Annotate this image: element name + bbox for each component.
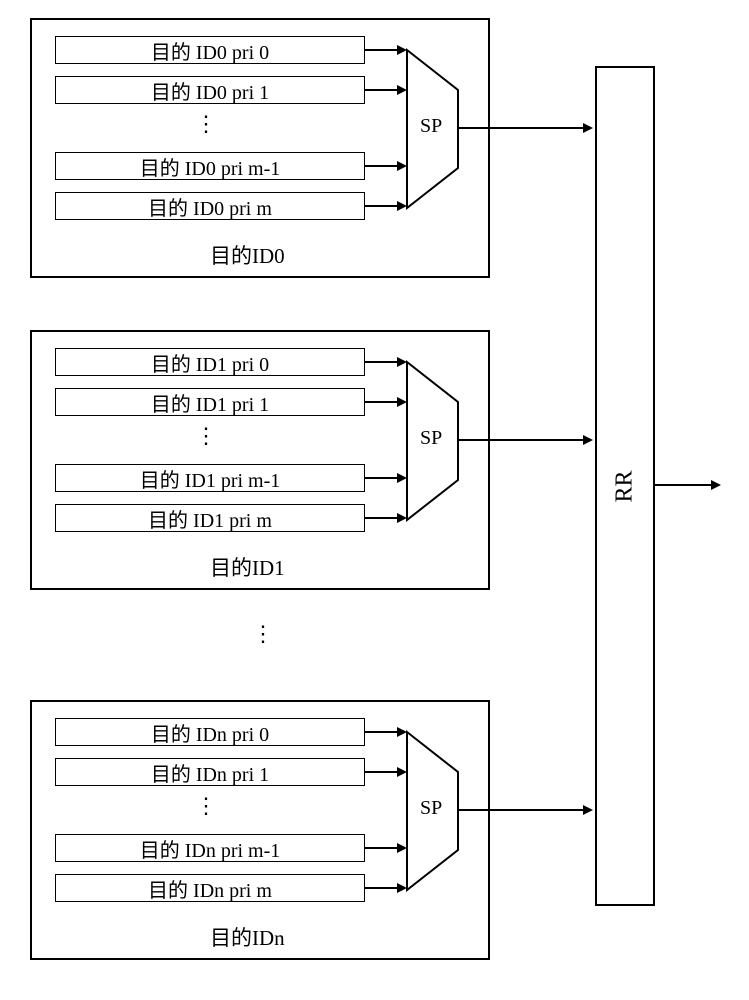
queue-label: 目的 IDn pri 0 — [151, 718, 269, 747]
queue-row: 目的 IDn pri m-1 — [55, 834, 365, 862]
mux-label: SP — [420, 115, 442, 138]
arrow-head-icon — [397, 727, 407, 737]
arrow-head-icon — [583, 123, 593, 133]
arrow-head-icon — [583, 805, 593, 815]
queue-label: 目的 IDn pri m-1 — [140, 834, 281, 863]
arrow-head-icon — [397, 201, 407, 211]
arrow-line — [365, 731, 399, 733]
queue-row: 目的 ID1 pri m-1 — [55, 464, 365, 492]
queue-label: 目的 ID0 pri 1 — [151, 76, 269, 105]
arrow-head-icon — [711, 480, 721, 490]
queue-label: 目的 ID1 pri 1 — [151, 388, 269, 417]
arrow-line — [365, 165, 399, 167]
arrow-line — [458, 809, 585, 811]
mux-label: SP — [420, 797, 442, 820]
arrow-head-icon — [397, 45, 407, 55]
queue-row: 目的 ID0 pri m — [55, 192, 365, 220]
arrow-line — [365, 847, 399, 849]
queue-row: 目的 ID0 pri m-1 — [55, 152, 365, 180]
arrow-head-icon — [397, 357, 407, 367]
mux-label: SP — [420, 427, 442, 450]
arrow-line — [365, 49, 399, 51]
arrow-head-icon — [397, 85, 407, 95]
arrow-line — [458, 439, 585, 441]
group-label: 目的IDn — [210, 922, 285, 952]
queue-label: 目的 IDn pri m — [148, 874, 272, 903]
arrow-line — [365, 89, 399, 91]
arrow-head-icon — [397, 883, 407, 893]
group-label: 目的ID0 — [210, 240, 285, 270]
arrow-line — [365, 401, 399, 403]
arrow-head-icon — [397, 767, 407, 777]
rr-box: RR — [595, 66, 655, 906]
arrow-line — [458, 127, 585, 129]
arrow-line — [365, 361, 399, 363]
arrow-line — [655, 484, 713, 486]
vertical-dots-icon: ⋮ — [252, 630, 274, 638]
queue-label: 目的 ID1 pri m-1 — [140, 464, 281, 493]
queue-row: 目的 IDn pri 1 — [55, 758, 365, 786]
arrow-head-icon — [397, 843, 407, 853]
vertical-dots-icon: ⋮ — [195, 802, 217, 810]
arrow-line — [365, 477, 399, 479]
queue-row: 目的 ID1 pri 0 — [55, 348, 365, 376]
arrow-line — [365, 205, 399, 207]
vertical-dots-icon: ⋮ — [195, 432, 217, 440]
queue-label: 目的 ID1 pri m — [148, 504, 272, 533]
queue-row: 目的 ID0 pri 1 — [55, 76, 365, 104]
vertical-dots-icon: ⋮ — [195, 120, 217, 128]
rr-label: RR — [611, 470, 638, 502]
queue-row: 目的 ID0 pri 0 — [55, 36, 365, 64]
arrow-head-icon — [583, 435, 593, 445]
arrow-head-icon — [397, 397, 407, 407]
arrow-head-icon — [397, 473, 407, 483]
queue-label: 目的 ID1 pri 0 — [151, 348, 269, 377]
group-label: 目的ID1 — [210, 552, 285, 582]
queue-label: 目的 ID0 pri 0 — [151, 36, 269, 65]
queue-label: 目的 ID0 pri m-1 — [140, 152, 281, 181]
queue-label: 目的 IDn pri 1 — [151, 758, 269, 787]
queue-row: 目的 IDn pri m — [55, 874, 365, 902]
arrow-head-icon — [397, 513, 407, 523]
queue-label: 目的 ID0 pri m — [148, 192, 272, 221]
arrow-line — [365, 887, 399, 889]
queue-row: 目的 IDn pri 0 — [55, 718, 365, 746]
arrow-line — [365, 771, 399, 773]
arrow-head-icon — [397, 161, 407, 171]
queue-row: 目的 ID1 pri m — [55, 504, 365, 532]
arrow-line — [365, 517, 399, 519]
queue-row: 目的 ID1 pri 1 — [55, 388, 365, 416]
